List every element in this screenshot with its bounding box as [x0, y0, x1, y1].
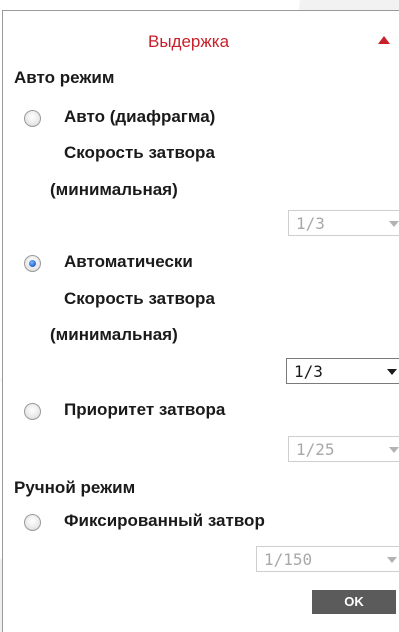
label-minimal: (минимальная) [50, 325, 178, 344]
label-auto-iris: Авто (диафрагма) [64, 107, 216, 126]
panel-title: Выдержка [148, 32, 230, 51]
collapse-arrow-icon[interactable] [378, 36, 390, 44]
label-shutter-speed: Скорость затвора [64, 143, 215, 162]
label-fixed-shutter: Фиксированный затвор [64, 511, 265, 530]
auto-mode-heading: Авто режим [14, 68, 115, 87]
radio-auto-iris[interactable] [24, 110, 41, 127]
chevron-down-icon [387, 557, 397, 563]
shutter-select-auto-iris[interactable]: 1/3 [288, 210, 399, 236]
radio-shutter-priority[interactable] [24, 403, 41, 420]
label-automatic: Автоматически [64, 252, 193, 271]
label-shutter-speed: Скорость затвора [64, 289, 215, 308]
shutter-select-priority[interactable]: 1/25 [288, 436, 399, 462]
shutter-select-automatic[interactable]: 1/3 [286, 358, 399, 384]
chevron-down-icon [389, 447, 399, 453]
shutter-select-fixed[interactable]: 1/150 [256, 546, 399, 572]
chevron-down-icon [389, 221, 399, 227]
label-minimal: (минимальная) [50, 180, 178, 199]
chevron-down-icon [387, 369, 397, 375]
manual-mode-heading: Ручной режим [14, 478, 136, 497]
radio-automatic[interactable] [24, 255, 41, 272]
label-shutter-priority: Приоритет затвора [64, 400, 226, 419]
exposure-panel [2, 10, 399, 632]
ok-button[interactable]: OK [312, 590, 396, 614]
radio-fixed-shutter[interactable] [24, 514, 41, 531]
